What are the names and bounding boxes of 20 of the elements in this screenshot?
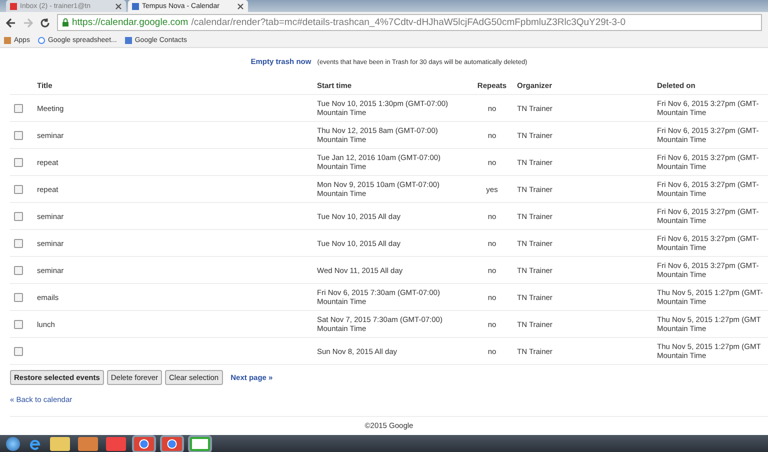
start-icon[interactable] [6, 436, 20, 450]
address-field[interactable]: https://calendar.google.com /calendar/render?tab=mc#details-trashcan_4%7Cdtv-dHJhaW5lcjFAdG50cmFpbmluZ3Rlc3QuY29t-3-0 [57, 14, 762, 31]
checkbox[interactable] [14, 184, 23, 194]
checkbox[interactable] [14, 238, 23, 248]
forward-icon[interactable] [23, 18, 33, 28]
back-icon[interactable] [6, 18, 16, 28]
close-icon[interactable] [237, 2, 244, 10]
checkbox[interactable] [14, 292, 23, 302]
checkbox[interactable] [14, 346, 23, 356]
reload-icon[interactable] [40, 18, 50, 28]
lock-icon [62, 18, 69, 27]
checkbox[interactable] [14, 130, 23, 140]
checkbox[interactable] [14, 266, 23, 274]
chrome-icon[interactable] [134, 436, 154, 450]
checkbox[interactable] [14, 158, 23, 166]
checkbox[interactable] [14, 104, 23, 112]
checkbox[interactable] [14, 212, 23, 220]
chrome-icon[interactable] [162, 436, 182, 450]
close-icon[interactable] [115, 2, 122, 10]
checkbox[interactable] [14, 320, 23, 328]
